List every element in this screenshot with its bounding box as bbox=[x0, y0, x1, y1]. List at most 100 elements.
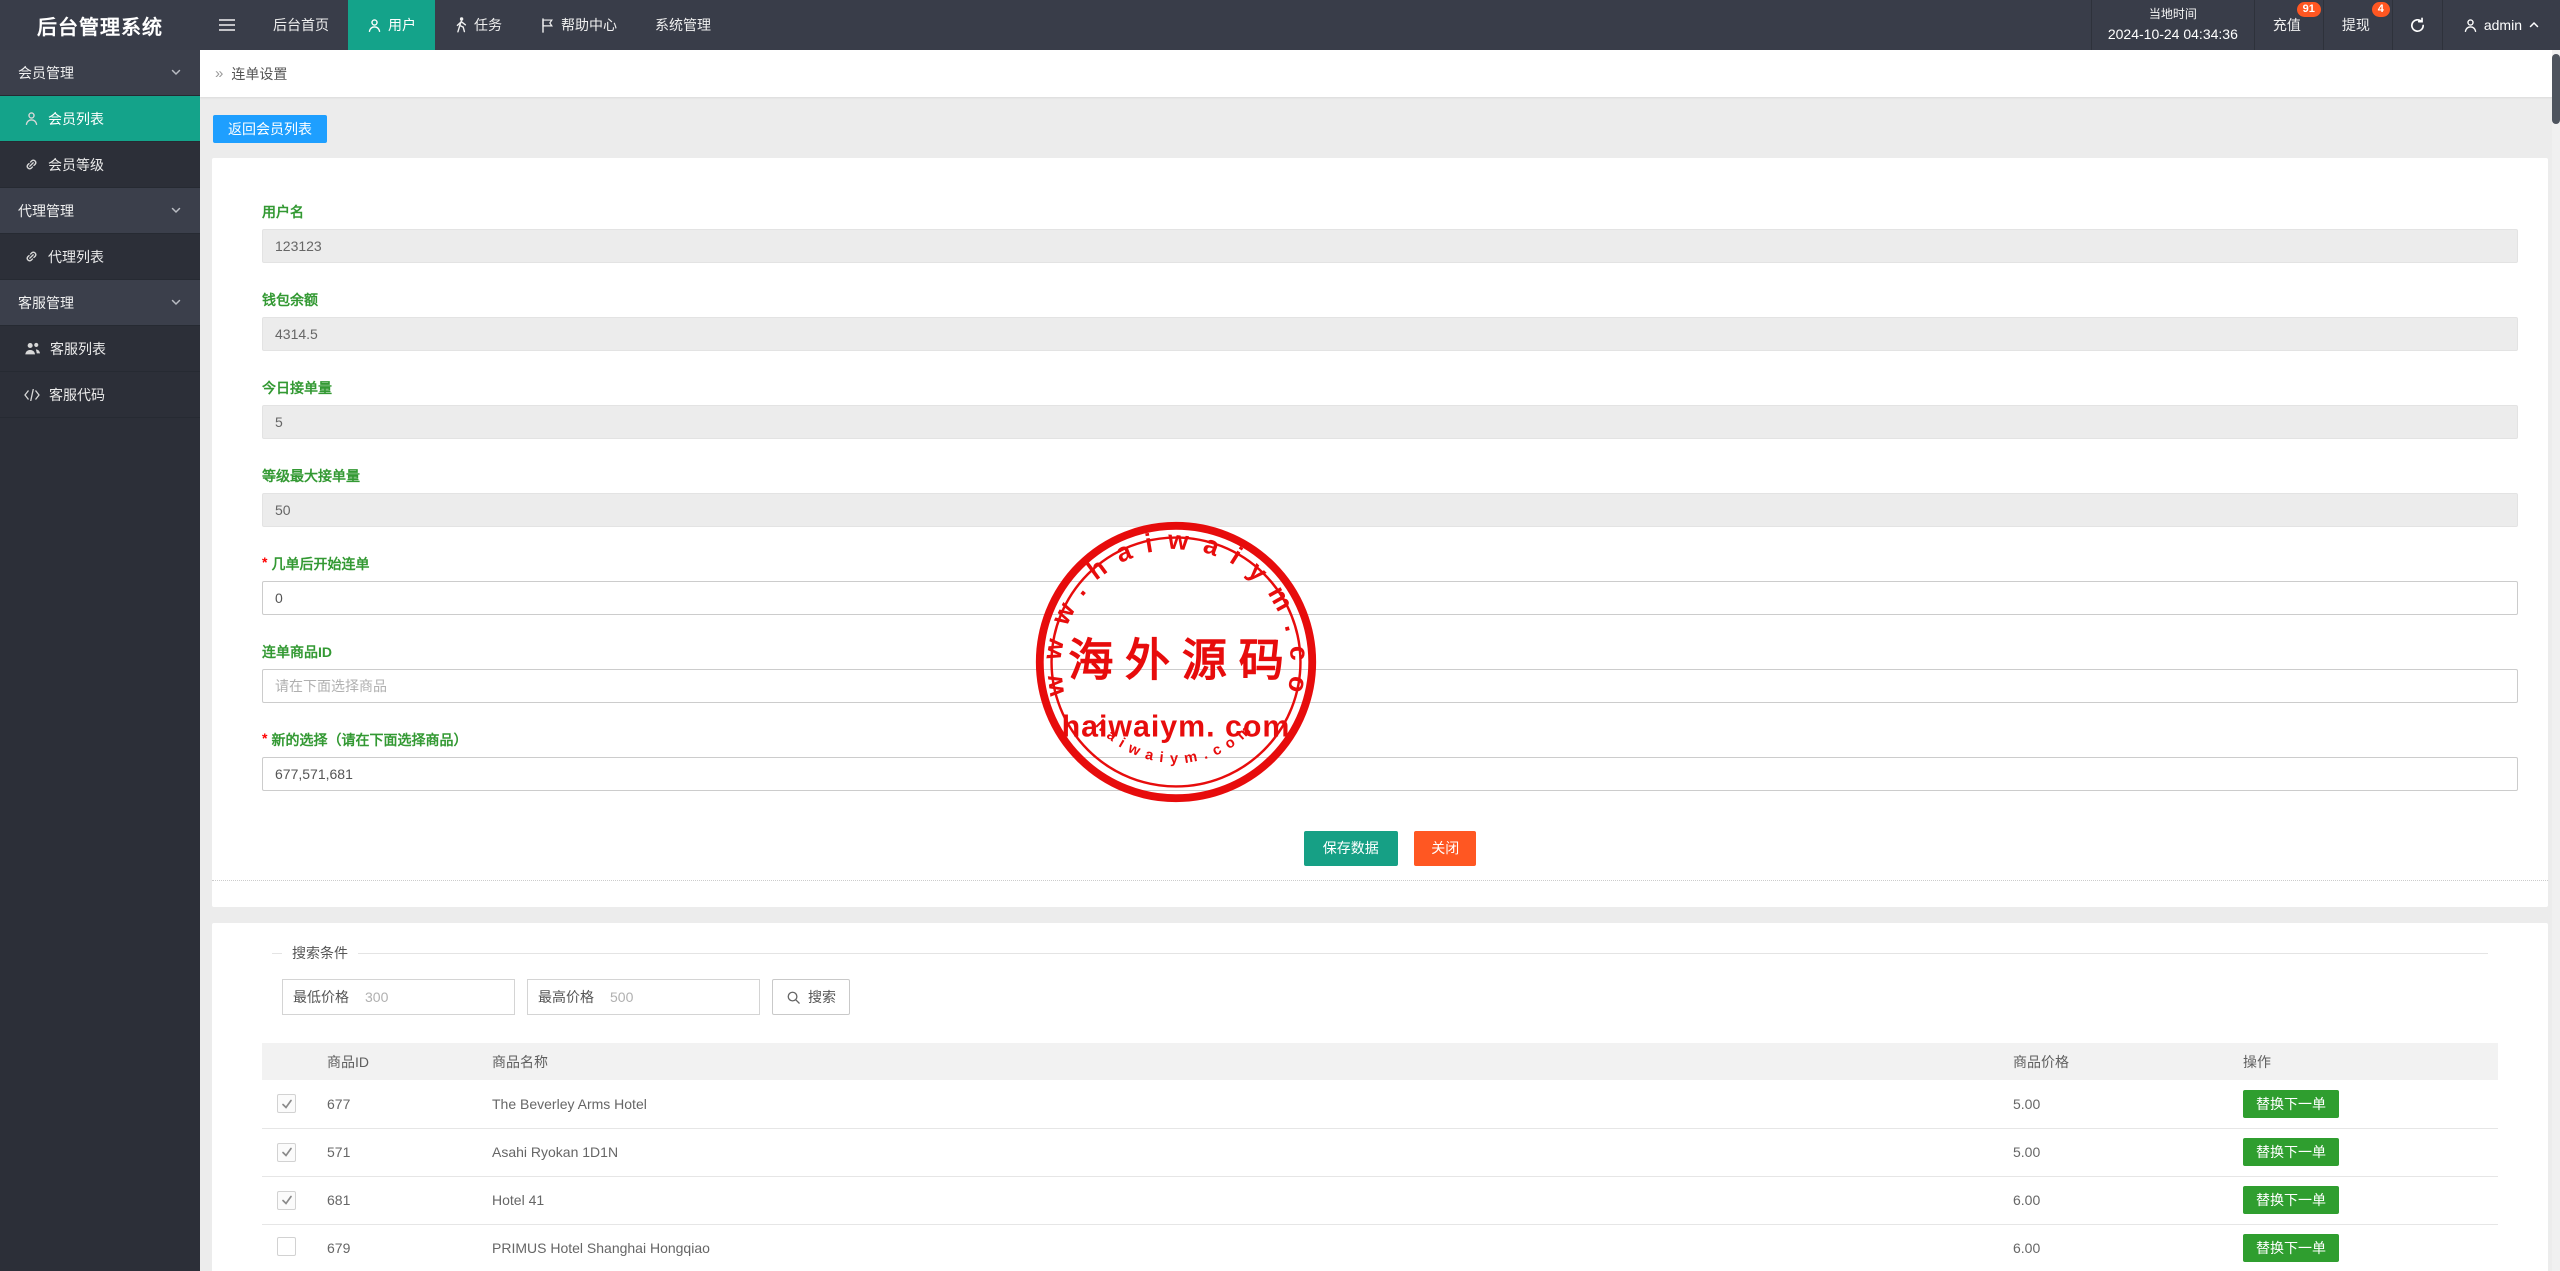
top-nav-item[interactable]: 任务 bbox=[435, 0, 521, 50]
field-orders-before-combo-label: *几单后开始连单 bbox=[262, 554, 2518, 574]
field-username-label: 用户名 bbox=[262, 202, 2518, 222]
top-nav-label: 用户 bbox=[388, 15, 416, 35]
link-icon bbox=[24, 249, 39, 264]
withdraw-button[interactable]: 提现 4 bbox=[2323, 0, 2392, 50]
sidebar-item-label: 代理列表 bbox=[48, 247, 104, 267]
row-checkbox[interactable] bbox=[277, 1237, 296, 1256]
sidebar-item-label: 客服代码 bbox=[49, 385, 105, 405]
field-new-selection-input[interactable] bbox=[262, 757, 2518, 791]
field-combo-product-id-label: 连单商品ID bbox=[262, 642, 2518, 662]
replace-next-order-button[interactable]: 替换下一单 bbox=[2243, 1234, 2339, 1262]
top-nav-item[interactable]: 用户 bbox=[348, 0, 435, 50]
recharge-badge: 91 bbox=[2297, 2, 2321, 17]
chevron-down-icon bbox=[170, 204, 182, 216]
row-checkbox[interactable] bbox=[277, 1094, 296, 1113]
replace-next-order-button[interactable]: 替换下一单 bbox=[2243, 1186, 2339, 1214]
top-nav-item[interactable]: 帮助中心 bbox=[521, 0, 636, 50]
sidebar-group-label: 代理管理 bbox=[18, 201, 74, 221]
top-nav: 后台首页 用户 任务帮助中心系统管理 bbox=[254, 0, 730, 50]
table-row: 571Asahi Ryokan 1D1N5.00替换下一单 bbox=[262, 1128, 2498, 1176]
sidebar-item[interactable]: 会员列表 bbox=[0, 96, 200, 142]
table-row: 677The Beverley Arms Hotel5.00替换下一单 bbox=[262, 1080, 2498, 1128]
search-icon bbox=[786, 990, 801, 1005]
goods-name-cell: Hotel 41 bbox=[477, 1176, 1998, 1224]
required-asterisk: * bbox=[262, 554, 267, 570]
local-time-value: 2024-10-24 04:34:36 bbox=[2108, 24, 2238, 44]
field-wallet-balance-input bbox=[262, 317, 2518, 351]
replace-next-order-button[interactable]: 替换下一单 bbox=[2243, 1138, 2339, 1166]
top-nav-item[interactable]: 系统管理 bbox=[636, 0, 730, 50]
top-nav-label: 任务 bbox=[474, 15, 502, 35]
field-level-max-orders-input bbox=[262, 493, 2518, 527]
link-icon bbox=[24, 157, 39, 172]
goods-id-cell: 679 bbox=[312, 1224, 477, 1271]
hamburger-icon bbox=[218, 17, 236, 33]
recharge-button[interactable]: 充值 91 bbox=[2254, 0, 2323, 50]
goods-price-cell: 5.00 bbox=[1998, 1128, 2228, 1176]
top-nav-item[interactable]: 后台首页 bbox=[254, 0, 348, 50]
sidebar-item[interactable]: 会员等级 bbox=[0, 142, 200, 188]
max-price-input[interactable] bbox=[604, 981, 759, 1013]
field-wallet-balance-label: 钱包余额 bbox=[262, 290, 2518, 310]
scrollbar-thumb[interactable] bbox=[2552, 54, 2560, 124]
field-username-input bbox=[262, 229, 2518, 263]
goods-price-cell: 6.00 bbox=[1998, 1176, 2228, 1224]
field-orders-before-combo-input[interactable] bbox=[262, 581, 2518, 615]
search-fieldset: 搜索条件 bbox=[272, 943, 2488, 963]
breadcrumb: » 连单设置 bbox=[200, 50, 2560, 97]
chevron-down-icon bbox=[170, 66, 182, 78]
sidebar-item[interactable]: 客服代码 bbox=[0, 372, 200, 418]
table-row: 681Hotel 416.00 替换下一单 bbox=[262, 1176, 2498, 1224]
sidebar-item-label: 会员列表 bbox=[48, 109, 104, 129]
vertical-scrollbar[interactable] bbox=[2552, 50, 2560, 1271]
goods-id-cell: 677 bbox=[312, 1080, 477, 1128]
admin-menu[interactable]: admin bbox=[2442, 0, 2560, 50]
refresh-icon bbox=[2409, 17, 2426, 34]
task-icon bbox=[454, 17, 468, 33]
withdraw-badge: 4 bbox=[2372, 2, 2390, 17]
checkbox-column-header bbox=[262, 1043, 312, 1080]
field-today-orders-label: 今日接单量 bbox=[262, 378, 2518, 398]
goods-id-cell: 681 bbox=[312, 1176, 477, 1224]
field-combo-product-id-input[interactable] bbox=[262, 669, 2518, 703]
main-content: » 连单设置 返回会员列表 用户名钱包余额今日接单量等级最大接单量*几单后开始连… bbox=[200, 50, 2560, 1271]
required-asterisk: * bbox=[262, 730, 267, 746]
goods-table: 商品ID 商品名称 商品价格 操作 677The Beverley Arms H… bbox=[262, 1043, 2498, 1271]
chevron-up-icon bbox=[2528, 19, 2540, 31]
sidebar-item-label: 会员等级 bbox=[48, 155, 104, 175]
sidebar-item[interactable]: 代理列表 bbox=[0, 234, 200, 280]
user-icon bbox=[2463, 18, 2478, 33]
save-button[interactable]: 保存数据 bbox=[1304, 831, 1398, 866]
goods-price-cell: 5.00 bbox=[1998, 1080, 2228, 1128]
sidebar-item[interactable]: 客服列表 bbox=[0, 326, 200, 372]
replace-next-order-button[interactable]: 替换下一单 bbox=[2243, 1090, 2339, 1118]
sidebar-group-header[interactable]: 客服管理 bbox=[0, 280, 200, 326]
sidebar-group-header[interactable]: 会员管理 bbox=[0, 50, 200, 96]
top-nav-label: 系统管理 bbox=[655, 15, 711, 35]
search-button[interactable]: 搜索 bbox=[772, 979, 850, 1015]
goods-list-card: 搜索条件 最低价格 最高价格 搜索 商品ID 商品名称 bbox=[212, 923, 2548, 1271]
goods-name-cell: Asahi Ryokan 1D1N bbox=[477, 1128, 1998, 1176]
hamburger-icon-button[interactable] bbox=[200, 0, 254, 50]
back-to-member-list-button[interactable]: 返回会员列表 bbox=[213, 115, 327, 143]
sidebar-group-label: 会员管理 bbox=[18, 63, 74, 83]
max-price-group: 最高价格 bbox=[527, 979, 760, 1015]
flag-icon bbox=[540, 18, 555, 33]
sidebar-group-header[interactable]: 代理管理 bbox=[0, 188, 200, 234]
goods-price-cell: 6.00 bbox=[1998, 1224, 2228, 1271]
admin-username: admin bbox=[2484, 17, 2522, 33]
page-title: 连单设置 bbox=[231, 64, 287, 84]
app-title: 后台管理系统 bbox=[0, 0, 200, 50]
sidebar-group-label: 客服管理 bbox=[18, 293, 74, 313]
min-price-input[interactable] bbox=[359, 981, 514, 1013]
refresh-button[interactable] bbox=[2392, 0, 2442, 50]
sidebar-item-label: 客服列表 bbox=[50, 339, 106, 359]
search-button-label: 搜索 bbox=[808, 987, 836, 1007]
people-icon bbox=[24, 341, 41, 356]
row-checkbox[interactable] bbox=[277, 1191, 296, 1210]
col-header-goods-price: 商品价格 bbox=[1998, 1043, 2228, 1080]
max-price-label: 最高价格 bbox=[528, 987, 604, 1007]
close-button[interactable]: 关闭 bbox=[1414, 831, 1476, 866]
row-checkbox[interactable] bbox=[277, 1143, 296, 1162]
code-icon bbox=[24, 389, 40, 401]
